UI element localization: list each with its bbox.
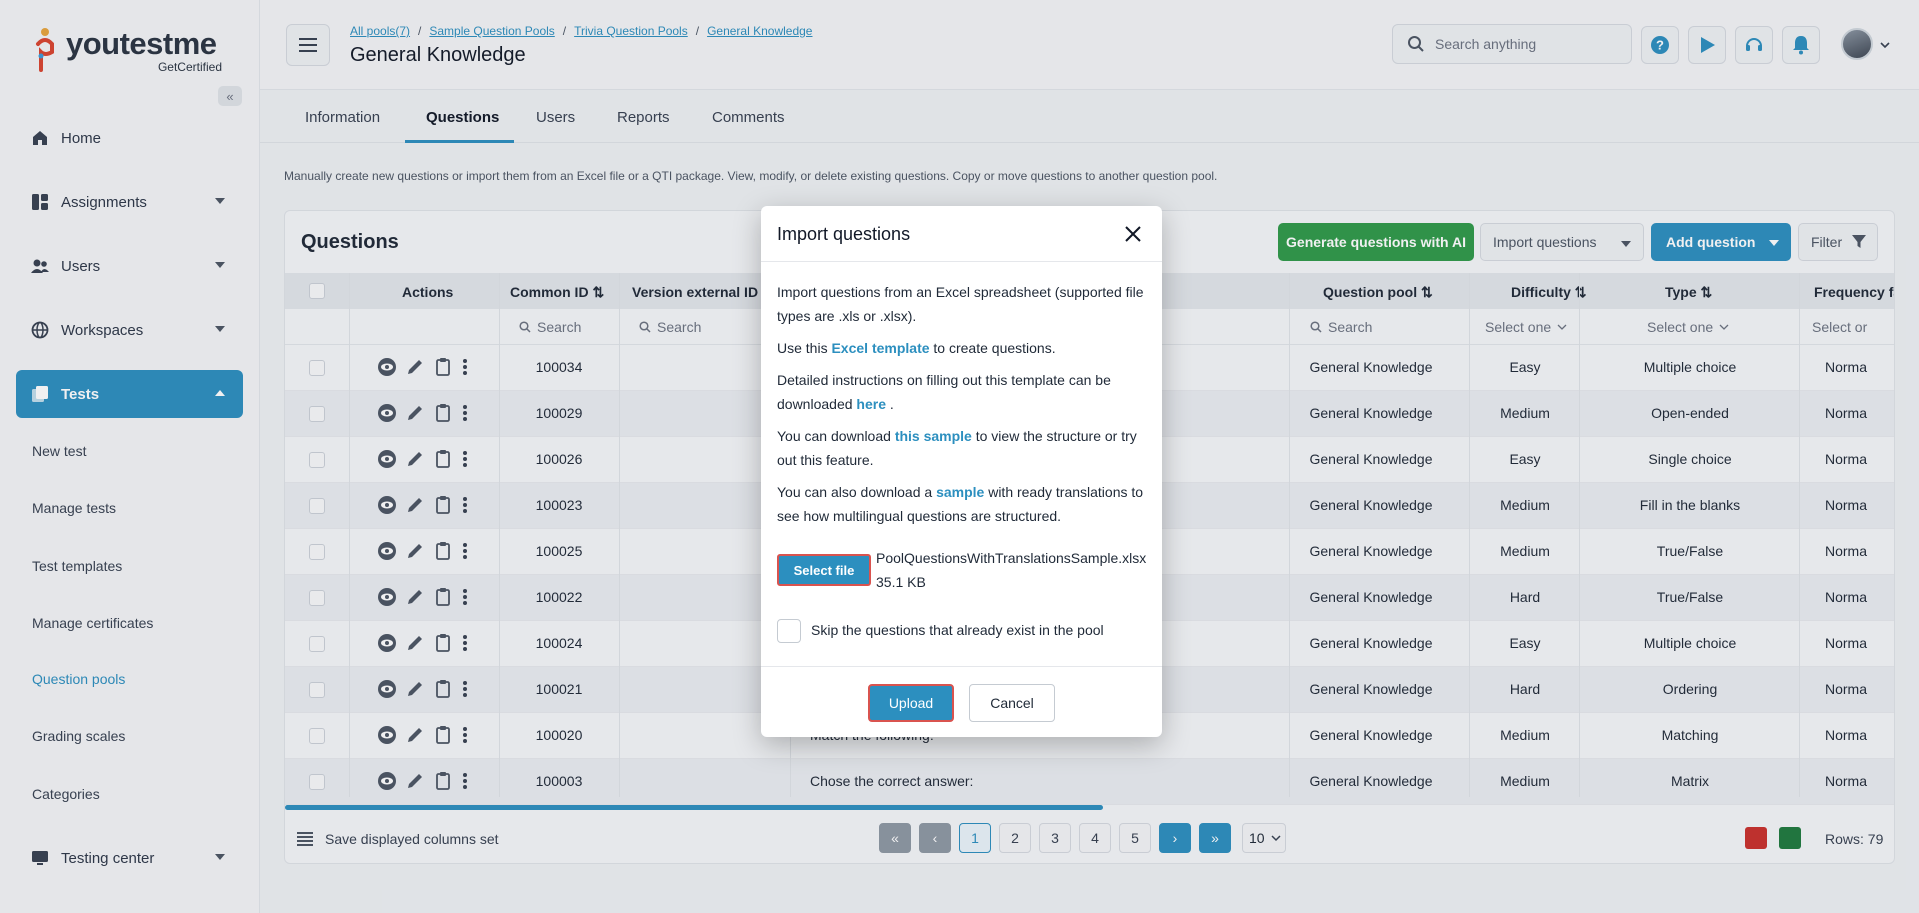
dialog-paragraph: Import questions from an Excel spreadshe… (777, 284, 1144, 324)
text: to create questions. (929, 340, 1056, 356)
dialog-footer: Upload Cancel (761, 666, 1162, 737)
selected-file-name: PoolQuestionsWithTranslationsSample.xlsx (876, 550, 1147, 566)
import-questions-dialog: Import questions Import questions from a… (761, 206, 1162, 737)
this-sample-link[interactable]: this sample (895, 428, 972, 444)
dialog-body: Import questions from an Excel spreadshe… (777, 280, 1149, 536)
skip-existing-checkbox[interactable] (777, 619, 801, 643)
text: You can also download a (777, 484, 937, 500)
skip-existing-label[interactable]: Skip the questions that already exist in… (811, 622, 1104, 638)
text: Use this (777, 340, 832, 356)
text: You can download (777, 428, 895, 444)
dialog-paragraph: You can download this sample to view the… (777, 424, 1149, 472)
upload-button[interactable]: Upload (868, 684, 954, 722)
dialog-paragraph: Use this Excel template to create questi… (777, 336, 1149, 360)
translation-sample-link[interactable]: sample (936, 484, 984, 500)
selected-file-size: 35.1 KB (876, 574, 926, 590)
text: . (885, 396, 894, 412)
cancel-button[interactable]: Cancel (969, 684, 1055, 722)
instructions-here-link[interactable]: here (856, 396, 886, 412)
dialog-paragraph: Detailed instructions on filling out thi… (777, 368, 1149, 416)
dialog-header: Import questions (761, 206, 1162, 262)
excel-template-link[interactable]: Excel template (831, 340, 929, 356)
dialog-title: Import questions (777, 224, 911, 244)
text: Detailed instructions on filling out thi… (777, 372, 1111, 412)
dialog-paragraph: You can also download a sample with read… (777, 480, 1149, 528)
select-file-button[interactable]: Select file (777, 554, 871, 586)
close-icon[interactable] (1121, 222, 1145, 246)
